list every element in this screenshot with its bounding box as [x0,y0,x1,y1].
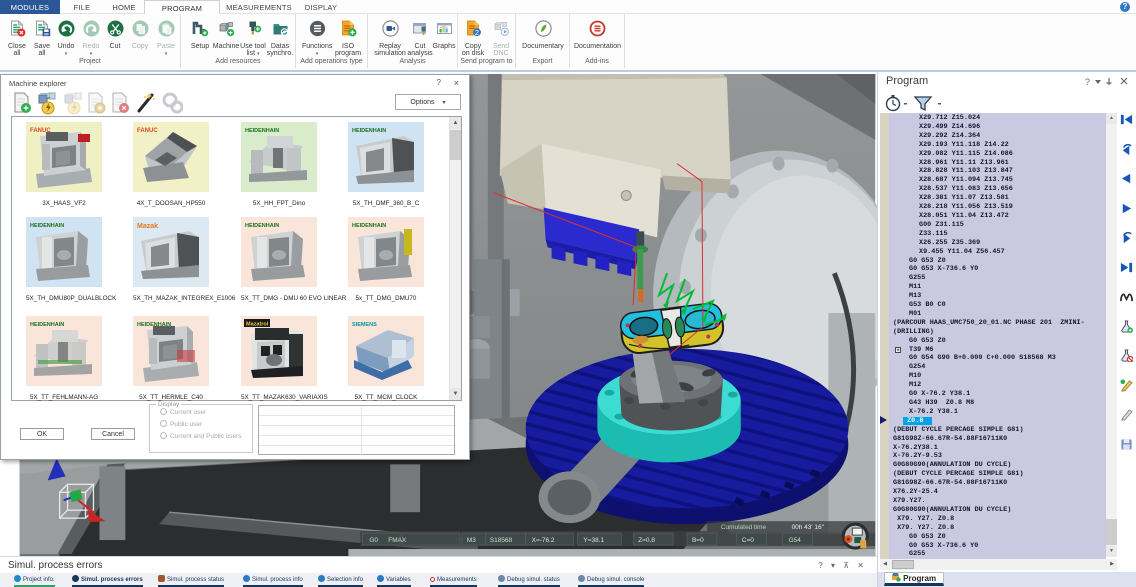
svg-text:HEIDENHAIN: HEIDENHAIN [30,322,64,328]
svg-text:FMAX: FMAX [388,537,407,544]
svg-text:00h 43' 16'': 00h 43' 16'' [792,524,824,531]
svg-text:FANUC: FANUC [30,128,51,134]
svg-text:Y=38.1: Y=38.1 [583,537,604,544]
svg-text:C=0: C=0 [742,537,754,544]
svg-text:X=-76.2: X=-76.2 [532,537,555,544]
svg-text:Mazatrol: Mazatrol [246,322,269,328]
svg-text:G54: G54 [789,537,802,544]
svg-text:S18568: S18568 [490,537,513,544]
svg-text:?: ? [1085,77,1090,87]
svg-text:HEIDENHAIN: HEIDENHAIN [137,322,171,328]
svg-text:HEIDENHAIN: HEIDENHAIN [352,128,386,134]
svg-text:M3: M3 [467,537,476,544]
svg-text:Mazak: Mazak [137,223,158,230]
svg-text:HEIDENHAIN: HEIDENHAIN [245,223,279,229]
svg-text:B=0: B=0 [692,537,704,544]
svg-text:HEIDENHAIN: HEIDENHAIN [30,223,64,229]
svg-text:G0: G0 [369,537,378,544]
svg-text:Z=0.8: Z=0.8 [638,537,655,544]
svg-text:Cumulated time: Cumulated time [721,524,767,531]
svg-text:2: 2 [474,28,478,37]
svg-text:HEIDENHAIN: HEIDENHAIN [245,128,279,134]
svg-text:SIEMENS: SIEMENS [352,322,377,328]
svg-text:HEIDENHAIN: HEIDENHAIN [352,223,386,229]
svg-text:FANUC: FANUC [137,128,158,134]
